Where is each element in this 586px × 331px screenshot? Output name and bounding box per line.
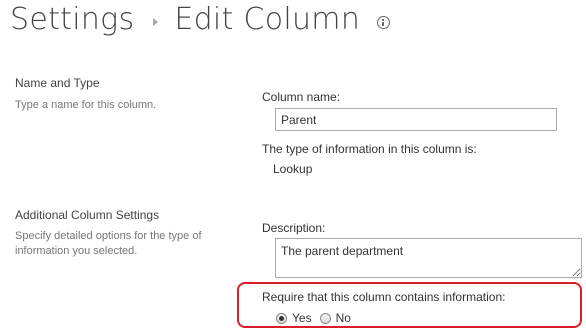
section-title-name-and-type: Name and Type <box>15 76 100 90</box>
chevron-right-icon <box>152 17 158 26</box>
description-textarea[interactable]: The parent department <box>275 238 582 278</box>
yes-radio-label[interactable]: Yes <box>292 311 312 325</box>
require-label: Require that this column contains inform… <box>262 290 506 304</box>
require-yes-option[interactable]: Yes <box>276 311 312 325</box>
column-name-input[interactable] <box>275 108 557 131</box>
section-title-additional-settings: Additional Column Settings <box>15 208 160 222</box>
require-no-option[interactable]: No <box>319 311 351 325</box>
description-label: Description: <box>262 221 326 235</box>
no-radio-label[interactable]: No <box>336 311 351 325</box>
no-radio[interactable] <box>319 312 331 324</box>
section-description-name-and-type: Type a name for this column. <box>15 99 157 111</box>
section-description-additional-settings: Specify detailed options for the type of… <box>15 229 202 259</box>
description-line: information you selected. <box>15 245 138 257</box>
type-info-label: The type of information in this column i… <box>262 142 477 156</box>
require-radio-group: Yes No <box>276 311 359 325</box>
page-title: Settings Edit Column <box>10 2 390 46</box>
column-name-label: Column name: <box>262 90 341 104</box>
breadcrumb-settings-link[interactable]: Settings <box>10 2 134 37</box>
type-info-value: Lookup <box>273 162 313 176</box>
breadcrumb-current: Edit Column <box>174 2 361 37</box>
yes-radio[interactable] <box>276 312 287 324</box>
description-line: Specify detailed options for the type of <box>15 230 202 242</box>
info-icon[interactable] <box>376 16 390 29</box>
